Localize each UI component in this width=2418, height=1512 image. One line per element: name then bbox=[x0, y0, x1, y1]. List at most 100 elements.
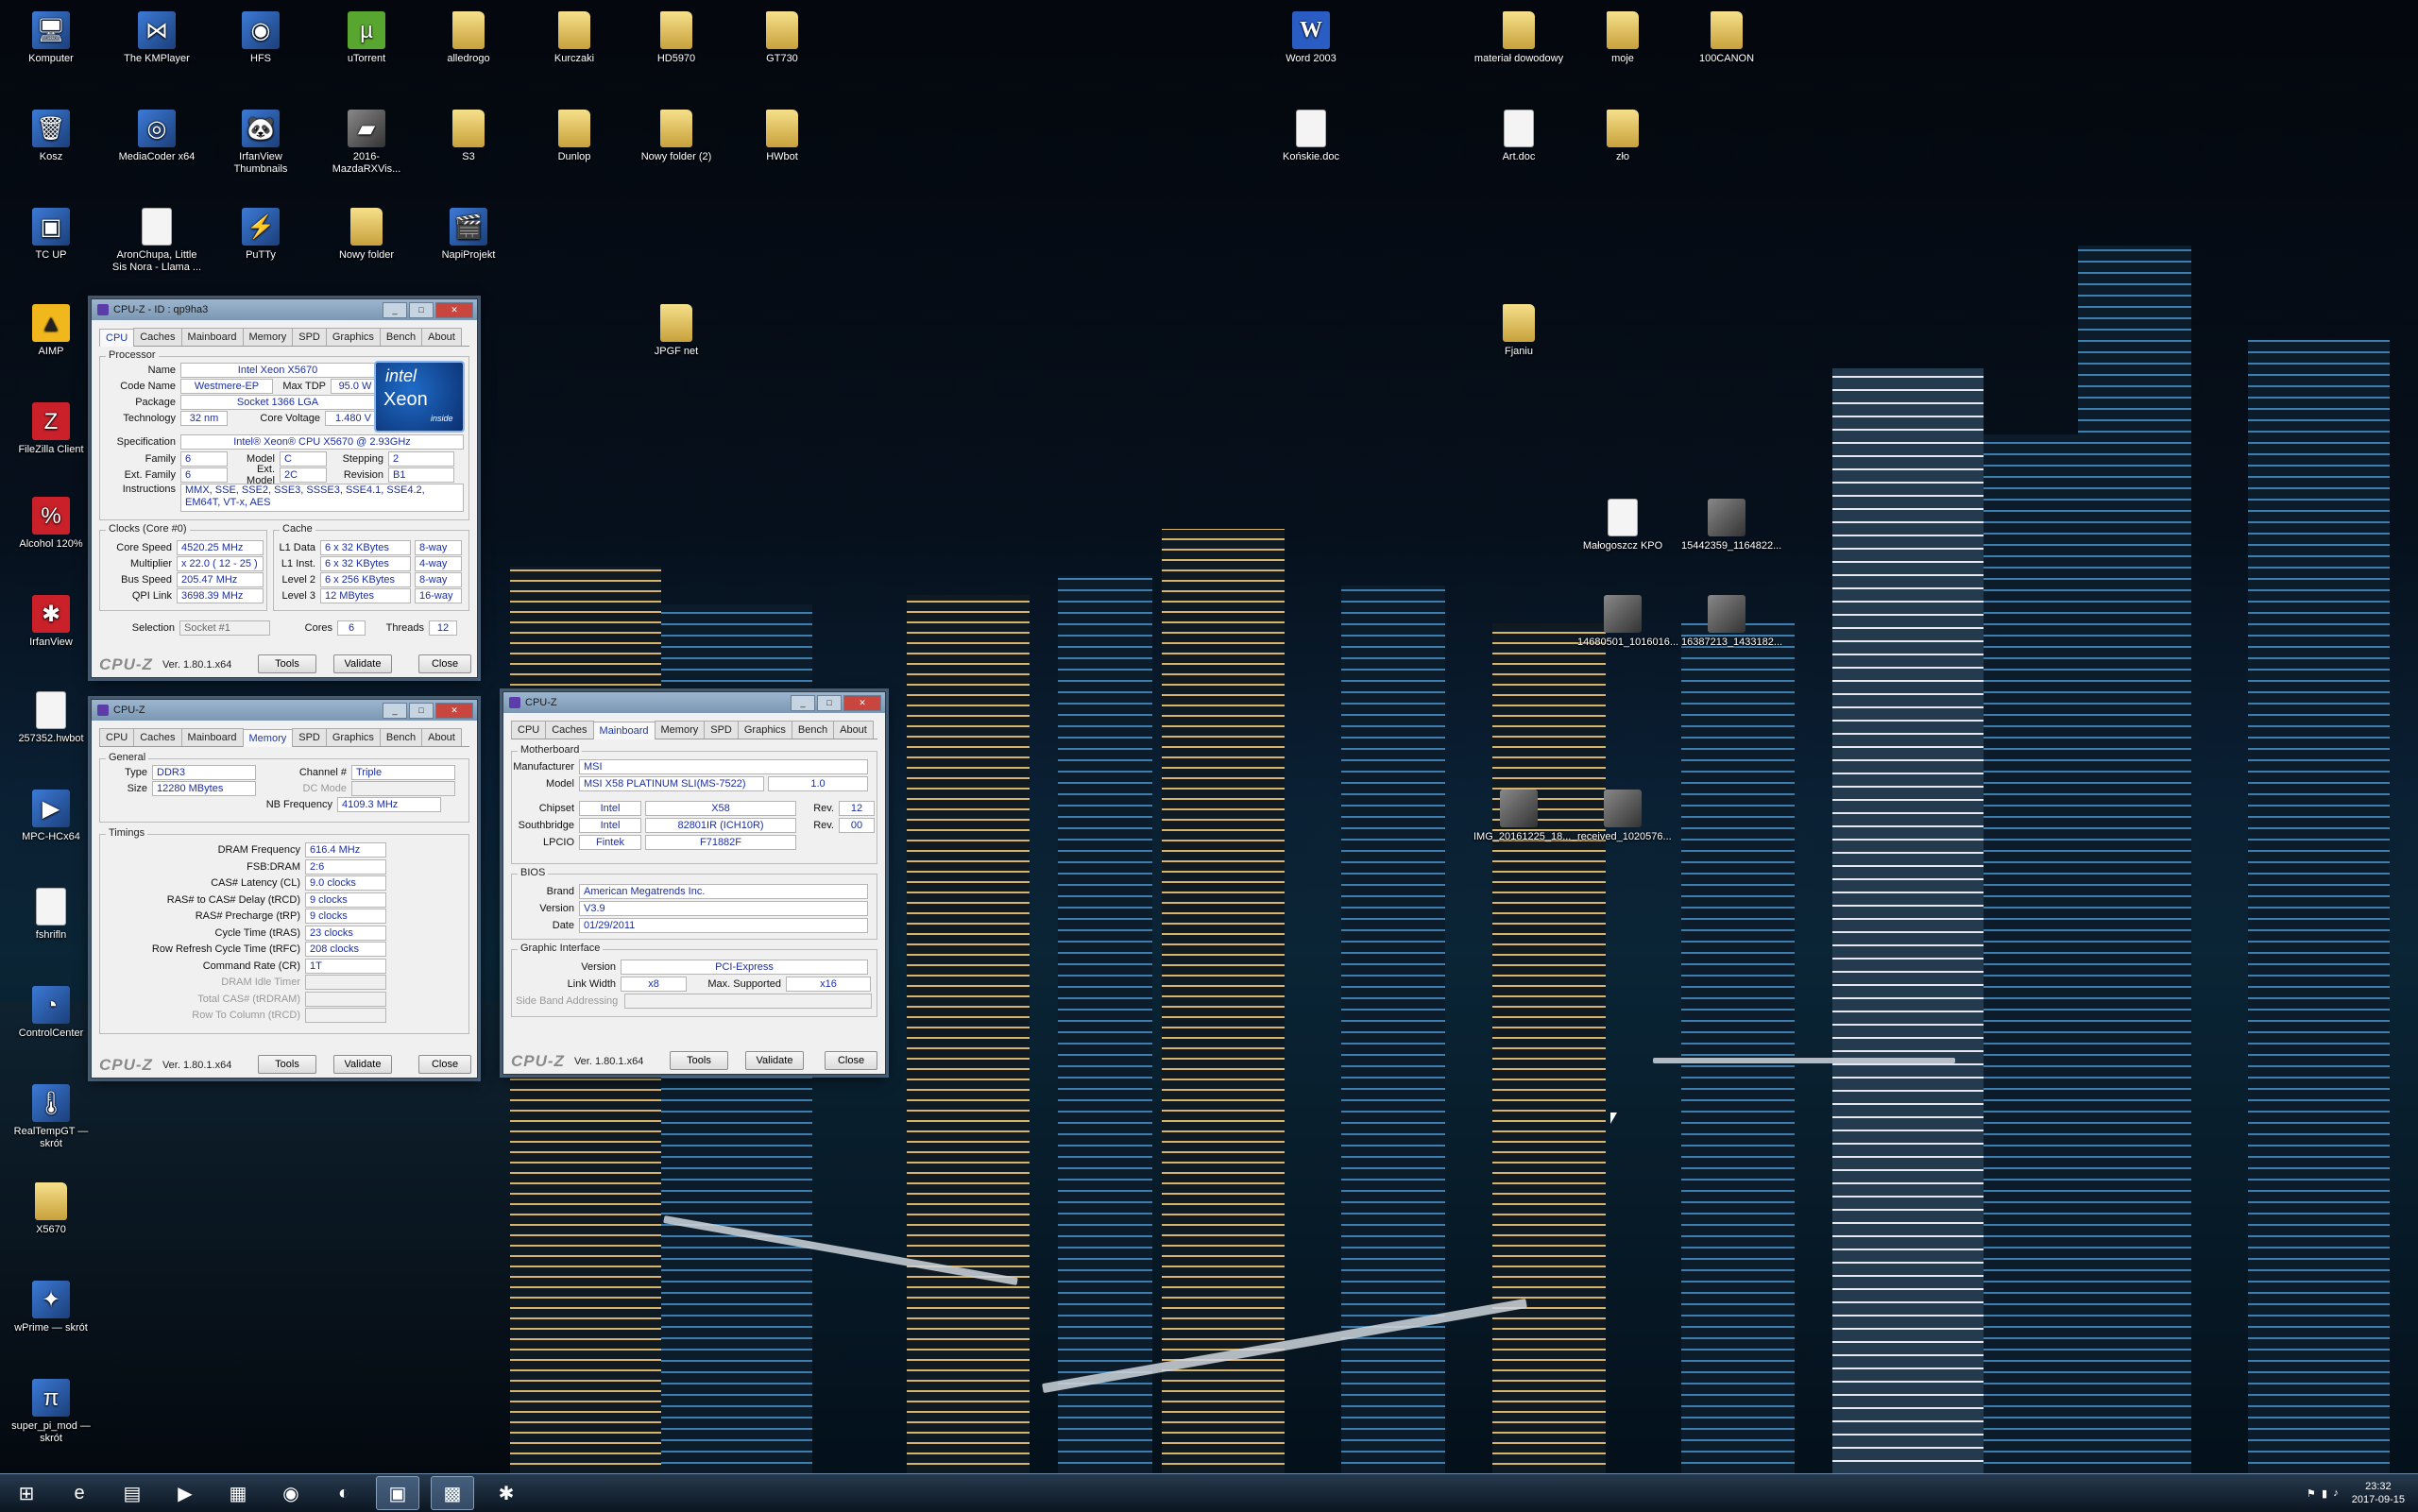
desktop-icon[interactable]: Kurczaki bbox=[529, 6, 620, 65]
desktop-icon[interactable]: Końskie.doc bbox=[1266, 104, 1356, 163]
close-button[interactable]: Close bbox=[825, 1051, 877, 1070]
tab-caches[interactable]: Caches bbox=[133, 328, 182, 346]
desktop-icon[interactable]: S3 bbox=[423, 104, 514, 163]
minimize-button[interactable]: _ bbox=[383, 702, 407, 719]
cpuz-taskbar-icon[interactable]: ▩ bbox=[431, 1476, 474, 1510]
desktop-icon[interactable]: 15442359_1164822... bbox=[1681, 493, 1781, 552]
tab-bench[interactable]: Bench bbox=[379, 728, 423, 746]
desktop-icon[interactable]: ✦ wPrime — skrót bbox=[6, 1275, 96, 1334]
explorer-icon[interactable]: ▤ bbox=[111, 1477, 153, 1509]
desktop-icon[interactable]: 🖥 Komputer bbox=[6, 6, 96, 65]
cpuz-memory-window[interactable]: CPU-Z _ □ ✕ CPU Caches Mainboard Memory SP… bbox=[91, 699, 478, 1079]
tab-caches[interactable]: Caches bbox=[133, 728, 182, 746]
close-window-button[interactable]: ✕ bbox=[435, 702, 473, 719]
desktop-icon[interactable]: Małogoszcz KPO bbox=[1577, 493, 1668, 552]
desktop-icon[interactable]: ◉ HFS bbox=[215, 6, 306, 65]
desktop-icon[interactable]: received_1020576... bbox=[1577, 784, 1672, 843]
minimize-button[interactable]: _ bbox=[791, 694, 815, 711]
desktop-icon[interactable]: Dunlop bbox=[529, 104, 620, 163]
tab-graphics[interactable]: Graphics bbox=[737, 721, 792, 739]
close-window-button[interactable]: ✕ bbox=[435, 301, 473, 318]
tab-about[interactable]: About bbox=[421, 728, 462, 746]
tab-mainboard[interactable]: Mainboard bbox=[180, 728, 244, 746]
desktop-icon[interactable]: Fjaniu bbox=[1473, 298, 1564, 358]
title-bar[interactable]: CPU-Z - ID : qp9ha3 _ □ ✕ bbox=[92, 299, 477, 320]
desktop-icon[interactable]: 14680501_1016016... bbox=[1577, 589, 1678, 649]
tab-memory[interactable]: Memory bbox=[242, 729, 294, 747]
close-window-button[interactable]: ✕ bbox=[843, 694, 881, 711]
tab-graphics[interactable]: Graphics bbox=[325, 728, 381, 746]
desktop-icon[interactable]: 🗑 Kosz bbox=[6, 104, 96, 163]
desktop-icon[interactable]: 257352.hwbot bbox=[6, 686, 96, 745]
app-green-icon[interactable]: ▣ bbox=[376, 1476, 419, 1510]
desktop-icon[interactable]: ⋈ The KMPlayer bbox=[111, 6, 202, 65]
cpuz-cpu-window[interactable]: CPU-Z - ID : qp9ha3 _ □ ✕ CPU Caches Mainb… bbox=[91, 298, 478, 678]
desktop-icon[interactable]: alledrogo bbox=[423, 6, 514, 65]
firefox-icon[interactable]: ◐ bbox=[323, 1477, 365, 1509]
validate-button[interactable]: Validate bbox=[333, 654, 392, 673]
validate-button[interactable]: Validate bbox=[333, 1055, 392, 1074]
selection-dropdown[interactable]: Socket #1 bbox=[179, 620, 270, 636]
desktop-icon[interactable]: materiał dowodowy bbox=[1473, 6, 1564, 65]
desktop-icon[interactable]: JPGF net bbox=[631, 298, 722, 358]
validate-button[interactable]: Validate bbox=[745, 1051, 804, 1070]
desktop-icon[interactable]: Art.doc bbox=[1473, 104, 1564, 163]
tab-cpu[interactable]: CPU bbox=[99, 728, 135, 746]
tools-button[interactable]: Tools bbox=[258, 654, 316, 673]
tab-memory[interactable]: Memory bbox=[654, 721, 706, 739]
tools-button[interactable]: Tools bbox=[670, 1051, 728, 1070]
desktop-icon[interactable]: W Word 2003 bbox=[1266, 6, 1356, 65]
device-icon[interactable]: ▦ bbox=[217, 1477, 259, 1509]
desktop-icon[interactable]: ✱ IrfanView bbox=[6, 589, 96, 649]
tab-spd[interactable]: SPD bbox=[292, 728, 327, 746]
media-player-icon[interactable]: ▶ bbox=[164, 1477, 206, 1509]
tab-caches[interactable]: Caches bbox=[545, 721, 594, 739]
close-button[interactable]: Close bbox=[418, 654, 471, 673]
tab-spd[interactable]: SPD bbox=[704, 721, 739, 739]
clock[interactable]: 23:32 2017-09-15 bbox=[2352, 1480, 2405, 1506]
desktop-icon[interactable]: ▣ TC UP bbox=[6, 202, 96, 262]
desktop-icon[interactable]: Nowy folder (2) bbox=[631, 104, 722, 163]
desktop-icon[interactable]: 🐼 IrfanView Thumbnails bbox=[215, 104, 306, 176]
desktop-icon[interactable]: µ uTorrent bbox=[321, 6, 412, 65]
desktop-icon[interactable]: HWbot bbox=[737, 104, 827, 163]
desktop-icon[interactable]: 100CANON bbox=[1681, 6, 1772, 65]
desktop-icon[interactable]: GT730 bbox=[737, 6, 827, 65]
desktop-icon[interactable]: ▰ 2016-MazdaRXVis... bbox=[321, 104, 412, 176]
tab-about[interactable]: About bbox=[833, 721, 874, 739]
chrome-icon[interactable]: ◉ bbox=[270, 1477, 312, 1509]
internet-explorer-icon[interactable]: e bbox=[59, 1477, 100, 1509]
maximize-button[interactable]: □ bbox=[409, 702, 434, 719]
tab-cpu[interactable]: CPU bbox=[99, 329, 135, 347]
desktop-icon[interactable]: ◎ MediaCoder x64 bbox=[111, 104, 202, 163]
desktop-icon[interactable]: HD5970 bbox=[631, 6, 722, 65]
desktop-icon[interactable]: ▲ AIMP bbox=[6, 298, 96, 358]
desktop-icon[interactable]: fshrifln bbox=[6, 882, 96, 942]
title-bar[interactable]: CPU-Z _ □ ✕ bbox=[92, 700, 477, 721]
minimize-button[interactable]: _ bbox=[383, 301, 407, 318]
cpuz-mainboard-window[interactable]: CPU-Z _ □ ✕ CPU Caches Mainboard Memory SP… bbox=[502, 691, 886, 1075]
tab-spd[interactable]: SPD bbox=[292, 328, 327, 346]
tab-cpu[interactable]: CPU bbox=[511, 721, 547, 739]
desktop-icon[interactable]: ◔ ControlCenter bbox=[6, 980, 96, 1040]
desktop-icon[interactable]: ▶ MPC-HCx64 bbox=[6, 784, 96, 843]
desktop-icon[interactable]: Nowy folder bbox=[321, 202, 412, 262]
desktop-icon[interactable]: % Alcohol 120% bbox=[6, 491, 96, 551]
desktop-icon[interactable]: π super_pi_mod — skrót bbox=[6, 1373, 96, 1445]
desktop-icon[interactable]: IMG_20161225_18... bbox=[1473, 784, 1571, 843]
tab-bench[interactable]: Bench bbox=[791, 721, 835, 739]
tools-button[interactable]: Tools bbox=[258, 1055, 316, 1074]
tab-mainboard[interactable]: Mainboard bbox=[180, 328, 244, 346]
tab-memory[interactable]: Memory bbox=[242, 328, 294, 346]
network-icon[interactable]: ▮ bbox=[2322, 1487, 2327, 1500]
desktop-icon[interactable]: zło bbox=[1577, 104, 1668, 163]
desktop-icon[interactable]: 🌡 RealTempGT — skrót bbox=[6, 1079, 96, 1150]
title-bar[interactable]: CPU-Z _ □ ✕ bbox=[503, 692, 885, 713]
desktop-icon[interactable]: moje bbox=[1577, 6, 1668, 65]
tab-graphics[interactable]: Graphics bbox=[325, 328, 381, 346]
desktop-icon[interactable]: ⚡ PuTTy bbox=[215, 202, 306, 262]
desktop-icon[interactable]: 🎬 NapiProjekt bbox=[423, 202, 514, 262]
irfanview-taskbar-icon[interactable]: ✱ bbox=[485, 1477, 527, 1509]
desktop-icon[interactable]: X5670 bbox=[6, 1177, 96, 1236]
maximize-button[interactable]: □ bbox=[817, 694, 842, 711]
